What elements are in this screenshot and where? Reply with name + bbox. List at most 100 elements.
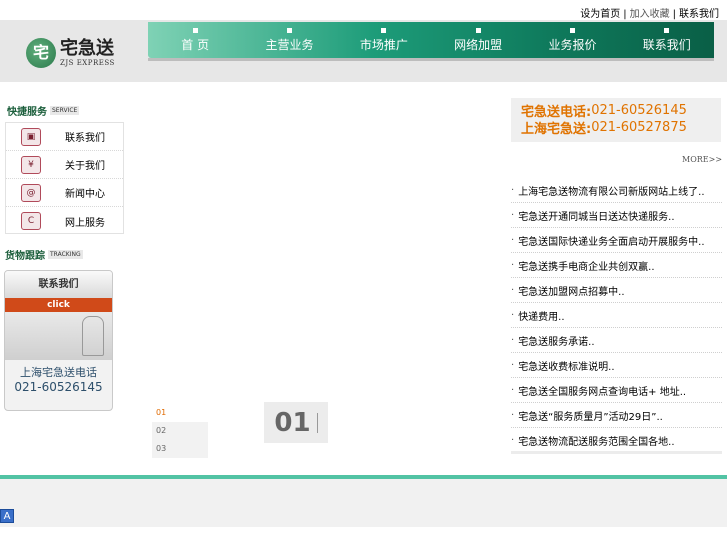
nav-marketing[interactable]: 市场推广 (337, 22, 431, 58)
news-title: 上海宅急送物流有限公司新版网站上线了.. (518, 186, 705, 198)
logo-mark-icon: 宅 (26, 38, 56, 68)
service-title: 快捷服务 SERVICE (7, 103, 80, 118)
bullet-icon: · (511, 384, 515, 396)
news-title: 宅急送全国服务网点查询电话+ 地址.. (518, 386, 687, 398)
bullet-icon: · (511, 409, 515, 421)
nav-label: 网络加盟 (454, 37, 503, 52)
tracking-phone: 021-60526145 (14, 380, 103, 394)
nav-dot-icon (286, 27, 292, 33)
service-box: ▣ 联系我们 ¥ 关于我们 @ 新闻中心 C 网上服务 (5, 122, 124, 234)
phone-label: 上海宅急送: (521, 122, 592, 137)
service-item-contact[interactable]: ▣ 联系我们 (6, 123, 123, 151)
tracking-illustration (5, 312, 112, 360)
more-link[interactable]: MORE>> (682, 155, 722, 164)
tracking-title: 货物跟踪 TRACKING (5, 247, 83, 262)
nav-label: 首 页 (181, 37, 210, 52)
phone-number: 021-60527875 (591, 120, 687, 135)
phone-row: 宅急送电话: 021-60526145 (521, 102, 721, 120)
top-link-favorite[interactable]: 加入收藏 (630, 9, 670, 20)
top-links: 设为首页 | 加入收藏 | 联系我们 (580, 5, 719, 20)
nav-shadow (148, 58, 714, 61)
service-item-label: 网上服务 (65, 217, 105, 229)
nav-dot-icon (569, 27, 575, 33)
logo-name: 宅急送 (60, 38, 114, 59)
bullet-icon: · (511, 234, 515, 246)
bullet-icon: · (511, 184, 515, 196)
news-title: 宅急送携手电商企业共创双赢.. (518, 261, 655, 273)
slider-num[interactable]: 01 (152, 404, 208, 422)
bullet-icon: · (511, 434, 515, 446)
news-item[interactable]: · 宅急送加盟网点招募中.. (511, 278, 722, 303)
main-nav: 首 页 主营业务 市场推广 网络加盟 业务报价 联系我们 (148, 22, 714, 58)
bullet-icon: · (511, 334, 515, 346)
nav-dot-icon (664, 27, 670, 33)
news-item[interactable]: · 上海宅急送物流有限公司新版网站上线了.. (511, 178, 722, 203)
slider-num[interactable]: 03 (152, 440, 208, 458)
nav-contact[interactable]: 联系我们 (620, 22, 714, 58)
top-link-contact[interactable]: 联系我们 (679, 9, 719, 20)
phone-icon: C (21, 212, 41, 230)
top-link-separator: | (672, 9, 676, 20)
logo-english: ZJS EXPRESS (60, 59, 115, 67)
slider-num[interactable]: 02 (152, 422, 208, 440)
service-item-online[interactable]: C 网上服务 (6, 207, 123, 235)
news-item[interactable]: · 快递费用.. (511, 303, 722, 328)
logo-text: 宅急送 ZJS EXPRESS (60, 38, 115, 68)
top-link-separator: | (623, 9, 627, 20)
bullet-icon: · (511, 284, 515, 296)
nav-label: 主营业务 (265, 37, 314, 52)
news-item[interactable]: · 宅急送“服务质量月”活动29日”.. (511, 403, 722, 428)
news-item[interactable]: · 宅急送服务承诺.. (511, 328, 722, 353)
service-item-label: 联系我们 (65, 133, 105, 144)
logo[interactable]: 宅 宅急送 ZJS EXPRESS (26, 37, 130, 69)
footer (0, 479, 727, 527)
news-title: 宅急送收费标准说明.. (518, 361, 615, 373)
news-title: 宅急送加盟网点招募中.. (518, 286, 625, 298)
tracking-contact-button[interactable]: 联系我们 (5, 271, 112, 298)
nav-dot-icon (381, 27, 387, 33)
news-item[interactable]: · 宅急送全国服务网点查询电话+ 地址.. (511, 378, 722, 403)
at-icon: @ (21, 183, 41, 202)
news-title: 宅急送国际快递业务全面启动开展服务中.. (518, 236, 705, 248)
bullet-icon: · (511, 209, 515, 221)
tracking-click-button[interactable]: click (5, 298, 112, 312)
tracking-label: 上海宅急送电话 (20, 366, 97, 379)
top-link-home[interactable]: 设为首页 (580, 9, 620, 20)
nav-home[interactable]: 首 页 (148, 22, 242, 58)
tracking-title-text: 货物跟踪 (5, 251, 45, 262)
nav-pricing[interactable]: 业务报价 (525, 22, 619, 58)
service-item-about[interactable]: ¥ 关于我们 (6, 151, 123, 179)
news-title: 宅急送物流配送服务范围全国各地.. (518, 436, 675, 448)
nav-franchise[interactable]: 网络加盟 (431, 22, 525, 58)
person-icon (82, 316, 104, 356)
nav-dot-icon (475, 27, 481, 33)
news-title: 宅急送开通同城当日送达快递服务.. (518, 211, 675, 223)
news-title: 快递费用.. (518, 311, 565, 323)
news-title: 宅急送服务承诺.. (518, 336, 595, 348)
service-item-label: 新闻中心 (65, 189, 105, 200)
news-item[interactable]: · 宅急送开通同城当日送达快递服务.. (511, 203, 722, 228)
news-item[interactable]: · 宅急送物流配送服务范围全国各地.. (511, 428, 722, 453)
nav-label: 业务报价 (548, 37, 597, 52)
nav-label: 市场推广 (359, 37, 408, 52)
news-divider (511, 451, 722, 454)
bullet-icon: · (511, 309, 515, 321)
footer-badge-icon[interactable]: A (0, 509, 14, 523)
news-list: · 上海宅急送物流有限公司新版网站上线了.. · 宅急送开通同城当日送达快递服务..… (511, 178, 722, 453)
phone-number: 021-60526145 (591, 103, 687, 118)
news-item[interactable]: · 宅急送收费标准说明.. (511, 353, 722, 378)
page: 设为首页 | 加入收藏 | 联系我们 宅 宅急送 ZJS EXPRESS 首 页 主营业… (0, 0, 727, 545)
service-title-text: 快捷服务 (7, 107, 47, 118)
news-item[interactable]: · 宅急送携手电商企业共创双赢.. (511, 253, 722, 278)
news-item[interactable]: · 宅急送国际快递业务全面启动开展服务中.. (511, 228, 722, 253)
phone-row: 上海宅急送: 021-60527875 (521, 119, 721, 137)
slider-current[interactable]: 01 (264, 402, 328, 443)
service-item-news[interactable]: @ 新闻中心 (6, 179, 123, 207)
tracking-box: 联系我们 click 上海宅急送电话 021-60526145 (4, 270, 113, 411)
nav-business[interactable]: 主营业务 (242, 22, 336, 58)
nav-label: 联系我们 (642, 37, 691, 52)
tracking-title-en: TRACKING (48, 250, 83, 259)
monitor-icon: ▣ (21, 127, 41, 146)
service-item-label: 关于我们 (65, 161, 105, 172)
nav-dot-icon (192, 27, 198, 33)
